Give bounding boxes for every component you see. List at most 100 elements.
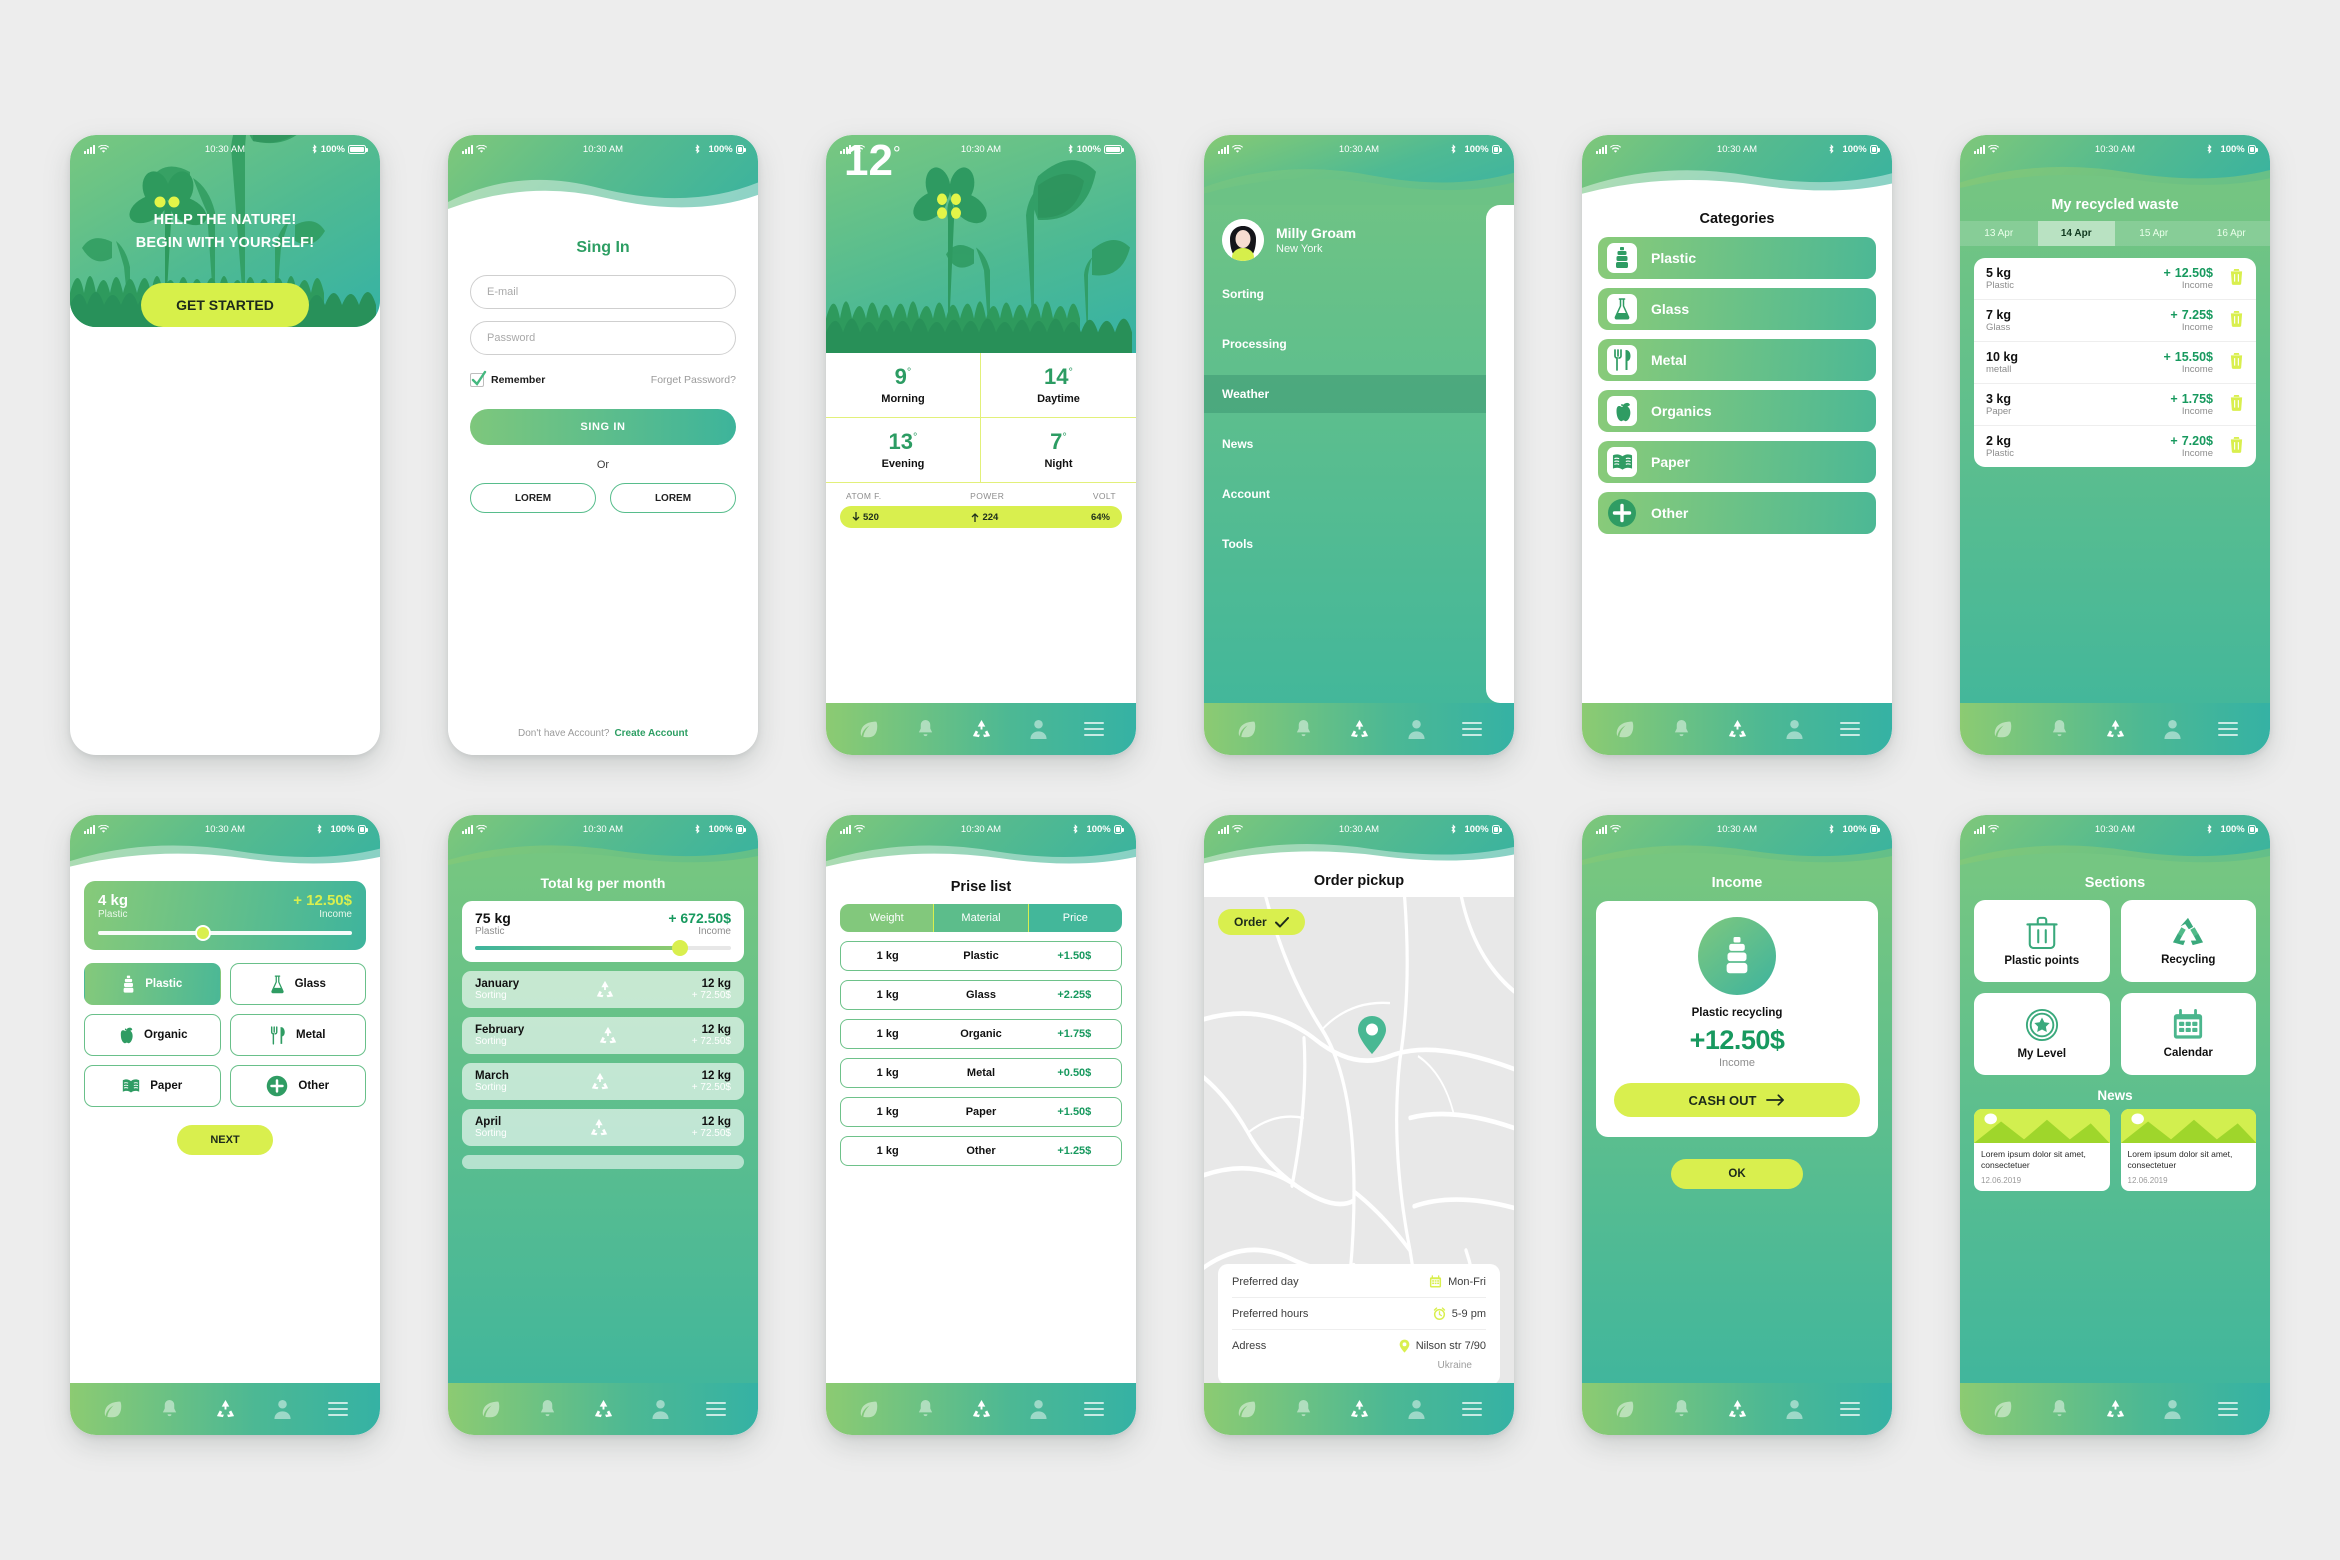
delete-icon[interactable] [2229,309,2244,332]
create-account-link[interactable]: Create Account [614,728,688,739]
nav-bell-icon[interactable] [1294,1399,1313,1420]
nav-bell-icon[interactable] [160,1399,179,1420]
map-pin-icon[interactable] [1356,1015,1388,1060]
nav-user-icon[interactable] [1785,1399,1804,1419]
nav-menu-icon[interactable] [1462,1401,1483,1417]
category-row-plastic[interactable]: Plastic [1598,237,1876,279]
profile-block[interactable]: Milly Groam New York [1204,205,1514,261]
menu-item-news[interactable]: News [1204,425,1514,463]
nav-user-icon[interactable] [1407,1399,1426,1419]
total-slider[interactable] [475,940,731,956]
category-row-metal[interactable]: Metal [1598,339,1876,381]
nav-recycle-icon[interactable] [2104,1399,2127,1420]
nav-bell-icon[interactable] [2050,719,2069,740]
nav-bell-icon[interactable] [2050,1399,2069,1420]
forgot-password-link[interactable]: Forget Password? [651,374,736,386]
nav-bell-icon[interactable] [916,719,935,740]
nav-leaf-icon[interactable] [1992,718,2014,740]
nav-bell-icon[interactable] [1294,719,1313,740]
table-row[interactable]: 1 kg Other +1.25$ [840,1136,1122,1166]
material-tile-metal[interactable]: Metal [229,1014,366,1056]
nav-leaf-icon[interactable] [1614,1398,1636,1420]
password-field[interactable] [470,321,736,355]
nav-menu-icon[interactable] [1084,721,1105,737]
list-item[interactable]: January Sorting 12 kg + 72.50$ [462,971,744,1008]
delete-icon[interactable] [2229,351,2244,374]
material-tile-plastic[interactable]: Plastic [84,963,221,1005]
material-tile-other[interactable]: Other [229,1065,366,1107]
nav-recycle-icon[interactable] [1726,719,1749,740]
nav-leaf-icon[interactable] [1236,718,1258,740]
order-button[interactable]: Order [1218,909,1305,935]
nav-menu-icon[interactable] [1084,1401,1105,1417]
nav-user-icon[interactable] [2163,719,2182,739]
list-item[interactable]: March Sorting 12 kg + 72.50$ [462,1063,744,1100]
cash-out-button[interactable]: CASH OUT [1614,1083,1860,1117]
section-box-calendar[interactable]: Calendar [2120,993,2256,1075]
slider-knob[interactable] [194,925,211,941]
delete-icon[interactable] [2229,393,2244,416]
nav-menu-icon[interactable] [1840,1401,1861,1417]
nav-leaf-icon[interactable] [480,1398,502,1420]
list-item[interactable]: April Sorting 12 kg + 72.50$ [462,1109,744,1146]
slider-knob[interactable] [671,940,688,956]
date-tab-13apr[interactable]: 13 Apr [1960,221,2038,246]
menu-item-tools[interactable]: Tools [1204,525,1514,563]
nav-bell-icon[interactable] [1672,719,1691,740]
nav-leaf-icon[interactable] [858,718,880,740]
nav-menu-icon[interactable] [706,1401,727,1417]
social-left-button[interactable]: LOREM [470,483,596,513]
category-row-paper[interactable]: Paper [1598,441,1876,483]
nav-bell-icon[interactable] [916,1399,935,1420]
nav-menu-icon[interactable] [328,1401,349,1417]
nav-menu-icon[interactable] [2218,721,2239,737]
list-item[interactable]: February Sorting 12 kg + 72.50$ [462,1017,744,1054]
nav-user-icon[interactable] [1785,719,1804,739]
social-right-button[interactable]: LOREM [610,483,736,513]
info-row-preferred-day[interactable]: Preferred day Mon-Fri [1232,1266,1486,1298]
menu-item-sorting[interactable]: Sorting [1204,275,1514,313]
nav-recycle-icon[interactable] [970,1399,993,1420]
info-row-address[interactable]: Adress Nilson str 7/90 Ukraine [1232,1330,1486,1375]
date-tab-16apr[interactable]: 16 Apr [2193,221,2271,246]
nav-recycle-icon[interactable] [1348,1399,1371,1420]
news-card[interactable]: Lorem ipsum dolor sit amet, consectetuer… [1974,1109,2110,1191]
material-tile-paper[interactable]: Paper [84,1065,221,1107]
remember-checkbox[interactable] [470,370,487,387]
get-started-button[interactable]: GET STARTED [141,283,309,328]
news-card[interactable]: Lorem ipsum dolor sit amet, consectetuer… [2120,1109,2256,1191]
section-box-recycling[interactable]: Recycling [2120,900,2256,982]
category-row-other[interactable]: Other [1598,492,1876,534]
nav-user-icon[interactable] [273,1399,292,1419]
date-tab-14apr[interactable]: 14 Apr [2037,221,2115,246]
delete-icon[interactable] [2229,267,2244,290]
weight-slider[interactable] [98,925,352,941]
table-row[interactable]: 1 kg Plastic +1.50$ [840,941,1122,971]
table-row[interactable]: 1 kg Glass +2.25$ [840,980,1122,1010]
nav-user-icon[interactable] [1029,1399,1048,1419]
material-tile-glass[interactable]: Glass [229,963,366,1005]
nav-user-icon[interactable] [1407,719,1426,739]
table-row[interactable]: 1 kg Metal +0.50$ [840,1058,1122,1088]
ok-button[interactable]: OK [1671,1159,1803,1189]
nav-recycle-icon[interactable] [970,719,993,740]
nav-menu-icon[interactable] [1840,721,1861,737]
nav-leaf-icon[interactable] [858,1398,880,1420]
section-box-plastic-points[interactable]: Plastic points [1974,900,2110,982]
nav-leaf-icon[interactable] [1236,1398,1258,1420]
section-box-my-level[interactable]: My Level [1974,993,2110,1075]
nav-user-icon[interactable] [1029,719,1048,739]
category-row-glass[interactable]: Glass [1598,288,1876,330]
signin-button[interactable]: SING IN [470,409,736,445]
email-field[interactable] [470,275,736,309]
nav-recycle-icon[interactable] [1348,719,1371,740]
menu-item-weather[interactable]: Weather [1204,375,1486,413]
map-area[interactable]: Order Preferred day Mon-Fri Preferred ho… [1204,897,1514,1383]
nav-leaf-icon[interactable] [102,1398,124,1420]
material-tile-organic[interactable]: Organic [84,1014,221,1056]
nav-bell-icon[interactable] [538,1399,557,1420]
table-row[interactable]: 1 kg Paper +1.50$ [840,1097,1122,1127]
nav-menu-icon[interactable] [1462,721,1483,737]
nav-recycle-icon[interactable] [214,1399,237,1420]
nav-menu-icon[interactable] [2218,1401,2239,1417]
